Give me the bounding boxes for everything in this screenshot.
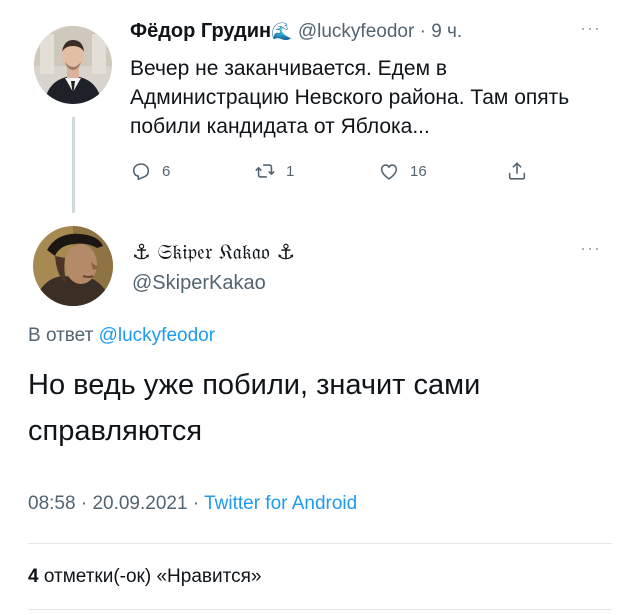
parent-author-name[interactable]: Фёдор Грудин [130,20,271,42]
avatar-portrait-icon [33,226,113,306]
like-button[interactable]: 16 [378,160,427,182]
parent-author-handle[interactable]: @luckyfeodor [298,21,414,42]
reply-context: В ответ @luckyfeodor [28,325,215,347]
parent-tweet-time[interactable]: 9 ч. [431,21,462,42]
parent-author-avatar[interactable] [34,26,112,104]
reply-tweet-text: Но ведь уже побили, значит сами справляю… [28,369,481,447]
parent-tweet-actions: 6 1 16 [130,160,540,186]
reply-tweet-meta: 08:58 · 20.09.2021 · Twitter for Android [28,493,357,515]
reply-button[interactable]: 6 [130,160,170,182]
parent-more-icon[interactable]: ··· [580,18,601,39]
like-count: 16 [410,162,427,180]
reply-icon [132,163,150,181]
share-icon [508,162,526,180]
reply-author-name[interactable]: ⚓︎ 𝔖𝔨𝔦𝔭𝔢𝔯 𝔎𝔞𝔨𝔞𝔬 ⚓︎ [132,240,295,265]
thread-connector-line [72,117,75,213]
meta-separator: · [75,493,93,514]
meta-separator: · [187,493,205,514]
likes-summary[interactable]: 4 отметки(-ок) «Нравится» [28,566,261,588]
parent-tweet-header: Фёдор Грудин🌊 @luckyfeodor · 9 ч. [130,20,462,43]
likes-count: 4 [28,566,39,587]
share-button[interactable] [506,160,538,182]
reply-prefix: В ответ [28,325,99,346]
divider [28,609,612,610]
heart-icon [380,164,398,180]
header-separator: · [414,21,432,42]
reply-author-avatar[interactable] [33,226,113,306]
likes-label: отметки(-ок) «Нравится» [38,566,262,587]
retweet-button[interactable]: 1 [254,160,294,182]
reply-more-icon[interactable]: ··· [580,238,601,259]
tweet-time[interactable]: 08:58 [28,493,76,514]
wave-emoji: 🌊 [271,22,293,41]
divider [28,543,612,544]
tweet-date[interactable]: 20.09.2021 [92,493,187,514]
parent-tweet-text: Вечер не заканчивается. Едем в Администр… [130,57,570,138]
tweet-source-link[interactable]: Twitter for Android [204,493,357,514]
avatar-photo-icon [34,26,112,104]
reply-author-handle[interactable]: @SkiperKakao [132,272,266,295]
retweet-count: 1 [286,162,295,180]
reply-mention-link[interactable]: @luckyfeodor [99,325,215,346]
reply-count: 6 [162,162,171,180]
retweet-icon [255,164,275,178]
